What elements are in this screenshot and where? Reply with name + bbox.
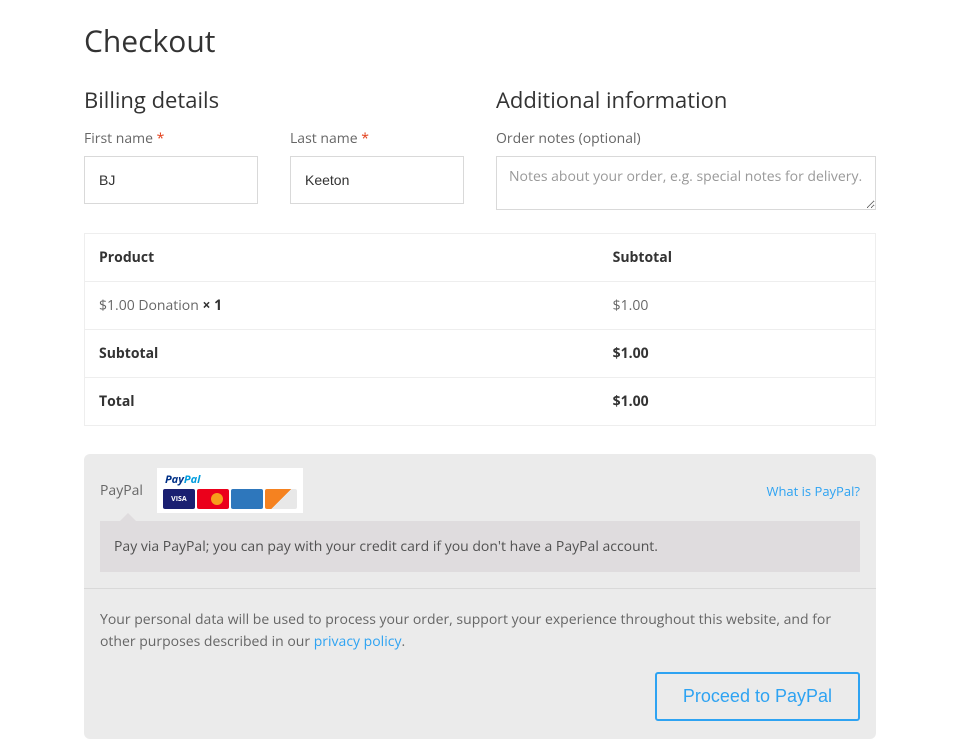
- col-product-header: Product: [85, 234, 599, 282]
- last-name-input[interactable]: [290, 156, 464, 204]
- page-title: Checkout: [84, 20, 876, 61]
- discover-icon: [265, 489, 297, 509]
- paypal-icon: PayPal: [163, 472, 297, 487]
- privacy-policy-link[interactable]: privacy policy: [314, 632, 402, 651]
- required-asterisk-icon: *: [157, 129, 165, 148]
- additional-heading: Additional information: [496, 85, 876, 115]
- payment-box: PayPal PayPal VISA What is PayPal? Pay v…: [84, 454, 876, 739]
- subtotal-label: Subtotal: [85, 330, 599, 378]
- total-value: $1.00: [599, 378, 876, 426]
- billing-heading: Billing details: [84, 85, 464, 115]
- order-review-table: Product Subtotal $1.00 Donation × 1 $1.0…: [84, 233, 876, 426]
- order-notes-textarea[interactable]: [496, 156, 876, 210]
- col-subtotal-header: Subtotal: [599, 234, 876, 282]
- total-label: Total: [85, 378, 599, 426]
- privacy-notice: Your personal data will be used to proce…: [100, 609, 860, 654]
- required-asterisk-icon: *: [361, 129, 369, 148]
- order-notes-label: Order notes (optional): [496, 129, 876, 148]
- last-name-label: Last name *: [290, 129, 464, 148]
- what-is-paypal-link[interactable]: What is PayPal?: [766, 482, 860, 500]
- mastercard-icon: [197, 489, 229, 509]
- table-row: $1.00 Donation × 1 $1.00: [85, 282, 876, 330]
- amex-icon: [231, 489, 263, 509]
- subtotal-value: $1.00: [599, 330, 876, 378]
- payment-logos: PayPal VISA: [157, 468, 303, 513]
- item-qty: × 1: [202, 296, 222, 315]
- proceed-to-paypal-button[interactable]: Proceed to PayPal: [655, 672, 860, 721]
- first-name-label: First name *: [84, 129, 258, 148]
- total-row: Total $1.00: [85, 378, 876, 426]
- first-name-input[interactable]: [84, 156, 258, 204]
- item-subtotal: $1.00: [599, 282, 876, 330]
- item-name: $1.00 Donation: [99, 296, 202, 315]
- payment-description: Pay via PayPal; you can pay with your cr…: [100, 521, 860, 572]
- subtotal-row: Subtotal $1.00: [85, 330, 876, 378]
- visa-icon: VISA: [163, 489, 195, 509]
- payment-method-label[interactable]: PayPal: [100, 481, 143, 500]
